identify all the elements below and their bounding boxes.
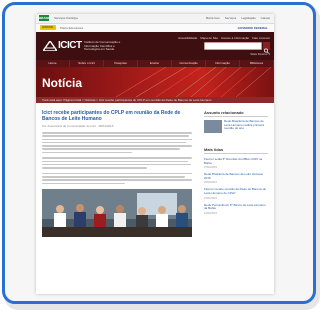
news-item[interactable]: Rede Brasileira de Bancos de Leite Human… [204,172,268,185]
gov-logo[interactable]: BRASIL [39,15,50,21]
page-banner: Notícia [36,67,274,97]
gov-link[interactable]: Legislação [241,16,255,20]
news-title[interactable]: Fiocruz recebe reunião da Rede de Bancos… [204,188,268,195]
news-date: 10/04/2015 [204,211,217,215]
article-title: Icict recebe participantes do CPLP em re… [42,110,181,122]
meeting-photo-illustration [42,189,192,238]
nav-item[interactable]: Comunicação [172,60,206,67]
site-logo[interactable]: ICICT [58,40,82,51]
government-bar: BRASIL Serviços Participe Barra Gov Serv… [36,14,274,24]
header-links: Acessibilidade Mapa do Site Acesso à Inf… [178,36,270,40]
nav-item[interactable]: Ensino [138,60,172,67]
header-link[interactable]: Acesso à Informação [221,36,249,40]
header-link[interactable]: Acessibilidade [178,36,197,40]
news-title[interactable]: Rede Brasileira de Bancos de Leite Human… [204,172,268,180]
news-heading: Mais lidas [204,147,268,154]
nav-item[interactable]: Pesquisa [104,60,138,67]
article: Icict recebe participantes do CPLP em re… [42,110,192,238]
article-paragraph [42,132,192,154]
search-input[interactable] [204,42,262,50]
news-title[interactable]: Fiocruz sedia 5º Reunião do RBLH 2015 na… [204,157,268,165]
banner-light-streaks [115,67,272,97]
header-link[interactable]: Fale conosco [252,36,270,40]
news-date: 27/04/2015 [204,166,217,170]
main-nav: Home Sobre o Icict Pesquisa Ensino Comun… [36,60,274,67]
news-date: 15/04/2015 [204,196,217,200]
article-paragraph [42,172,192,185]
webpage: BRASIL Serviços Participe Barra Gov Serv… [36,14,274,294]
gov-links: Barra Gov Serviços Legislação Canais [206,16,270,20]
nav-item[interactable]: Informação [206,60,240,67]
icict-logo-icon [43,41,57,51]
sidebar: Assunto relacionado Rede Brasileira de B… [204,110,268,215]
article-byline: Por Assessoria de Comunicação do Icict ·… [42,124,114,128]
nav-item[interactable]: Biblioteca [240,60,274,67]
gov-subtitle[interactable]: Serviços Participe [54,16,78,20]
related-card[interactable]: Rede Brasileira de Bancos de Leite Human… [204,119,268,133]
news-date: 20/04/2015 [204,181,217,185]
related-link[interactable]: Rede Brasileira de Bancos de Leite Human… [224,119,268,133]
related-heading: Assunto relacionado [204,110,268,117]
sites-dropdown[interactable]: Sites Fiocruz ▾ [250,52,270,56]
site-header: ICICT Instituto de Comunicação e Informa… [36,32,274,60]
gov-link[interactable]: Serviços [225,16,237,20]
gov-link[interactable]: Barra Gov [206,16,220,20]
related-thumbnail[interactable] [204,120,222,133]
breadcrumb[interactable]: Você está aqui: Página Inicial > Notícia… [36,97,274,103]
article-photo[interactable] [42,189,192,238]
search-button[interactable] [263,42,270,54]
nav-item[interactable]: Home [36,60,70,67]
gov-link[interactable]: Canais [261,16,270,20]
brasil-logo[interactable]: BRASIL [40,25,56,30]
news-item[interactable]: Fiocruz sedia 5º Reunião do RBLH 2015 na… [204,157,268,170]
screenshot-frame: BRASIL Serviços Participe Barra Gov Serv… [2,2,316,304]
nav-item[interactable]: Sobre o Icict [70,60,104,67]
news-title[interactable]: Rede Pernambuco 5º Banco de Leite Humano… [204,203,268,211]
brasil-slogan: Pátria Educadora [60,26,84,30]
article-paragraph [42,157,192,169]
page-title: Notícia [42,76,83,90]
news-item[interactable]: Fiocruz recebe reunião da Rede de Bancos… [204,188,268,200]
news-item[interactable]: Rede Pernambuco 5º Banco de Leite Humano… [204,203,268,215]
site-tagline: Instituto de Comunicação e Informação Ci… [84,40,121,52]
header-link[interactable]: Mapa do Site [200,36,218,40]
governo-federal-label: GOVERNO FEDERAL [237,26,268,30]
